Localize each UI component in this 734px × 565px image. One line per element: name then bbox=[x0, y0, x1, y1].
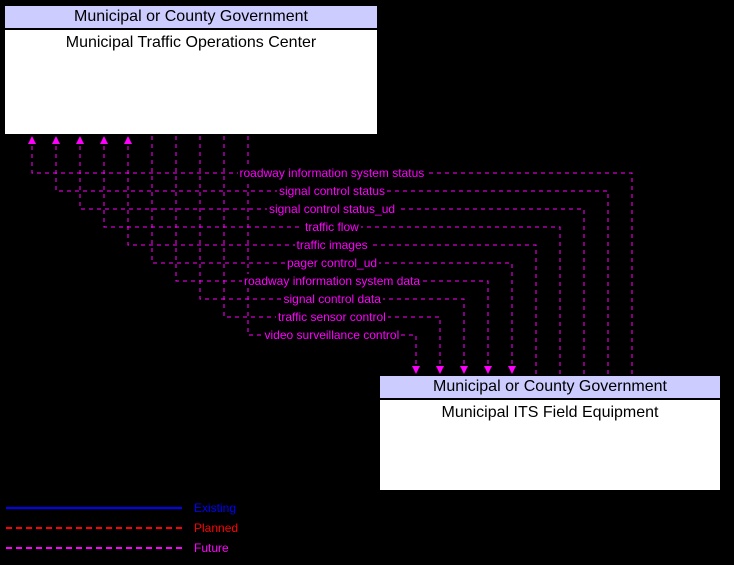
flow-label: traffic sensor control bbox=[276, 310, 388, 324]
flow-label: video surveillance control bbox=[263, 328, 402, 342]
legend-existing-line bbox=[6, 507, 182, 509]
flow-label: traffic flow bbox=[303, 220, 361, 234]
flow-label: roadway information system data bbox=[242, 274, 422, 288]
legend-existing-label: Existing bbox=[194, 501, 236, 515]
flow-label: signal control status bbox=[277, 184, 387, 198]
legend-planned: Planned bbox=[6, 518, 238, 538]
legend-future-line bbox=[6, 547, 182, 549]
flow-label: traffic images bbox=[295, 238, 370, 252]
legend-planned-line bbox=[6, 527, 182, 529]
legend-planned-label: Planned bbox=[194, 521, 238, 535]
flow-label: roadway information system status bbox=[238, 166, 427, 180]
flow-label: pager control_ud bbox=[285, 256, 379, 270]
legend-future: Future bbox=[6, 538, 238, 558]
entity-mife[interactable]: Municipal or County Government Municipal… bbox=[378, 374, 722, 492]
legend-existing: Existing bbox=[6, 498, 238, 518]
entity-mtoc-header: Municipal or County Government bbox=[5, 6, 377, 30]
entity-mtoc[interactable]: Municipal or County Government Municipal… bbox=[3, 4, 379, 136]
flow-label: signal control data bbox=[282, 292, 383, 306]
flow-label: signal control status_ud bbox=[267, 202, 397, 216]
entity-mife-body: Municipal ITS Field Equipment bbox=[380, 400, 720, 426]
legend-future-label: Future bbox=[194, 541, 229, 555]
legend: Existing Planned Future bbox=[6, 498, 238, 558]
entity-mtoc-body: Municipal Traffic Operations Center bbox=[5, 30, 377, 56]
entity-mife-header: Municipal or County Government bbox=[380, 376, 720, 400]
